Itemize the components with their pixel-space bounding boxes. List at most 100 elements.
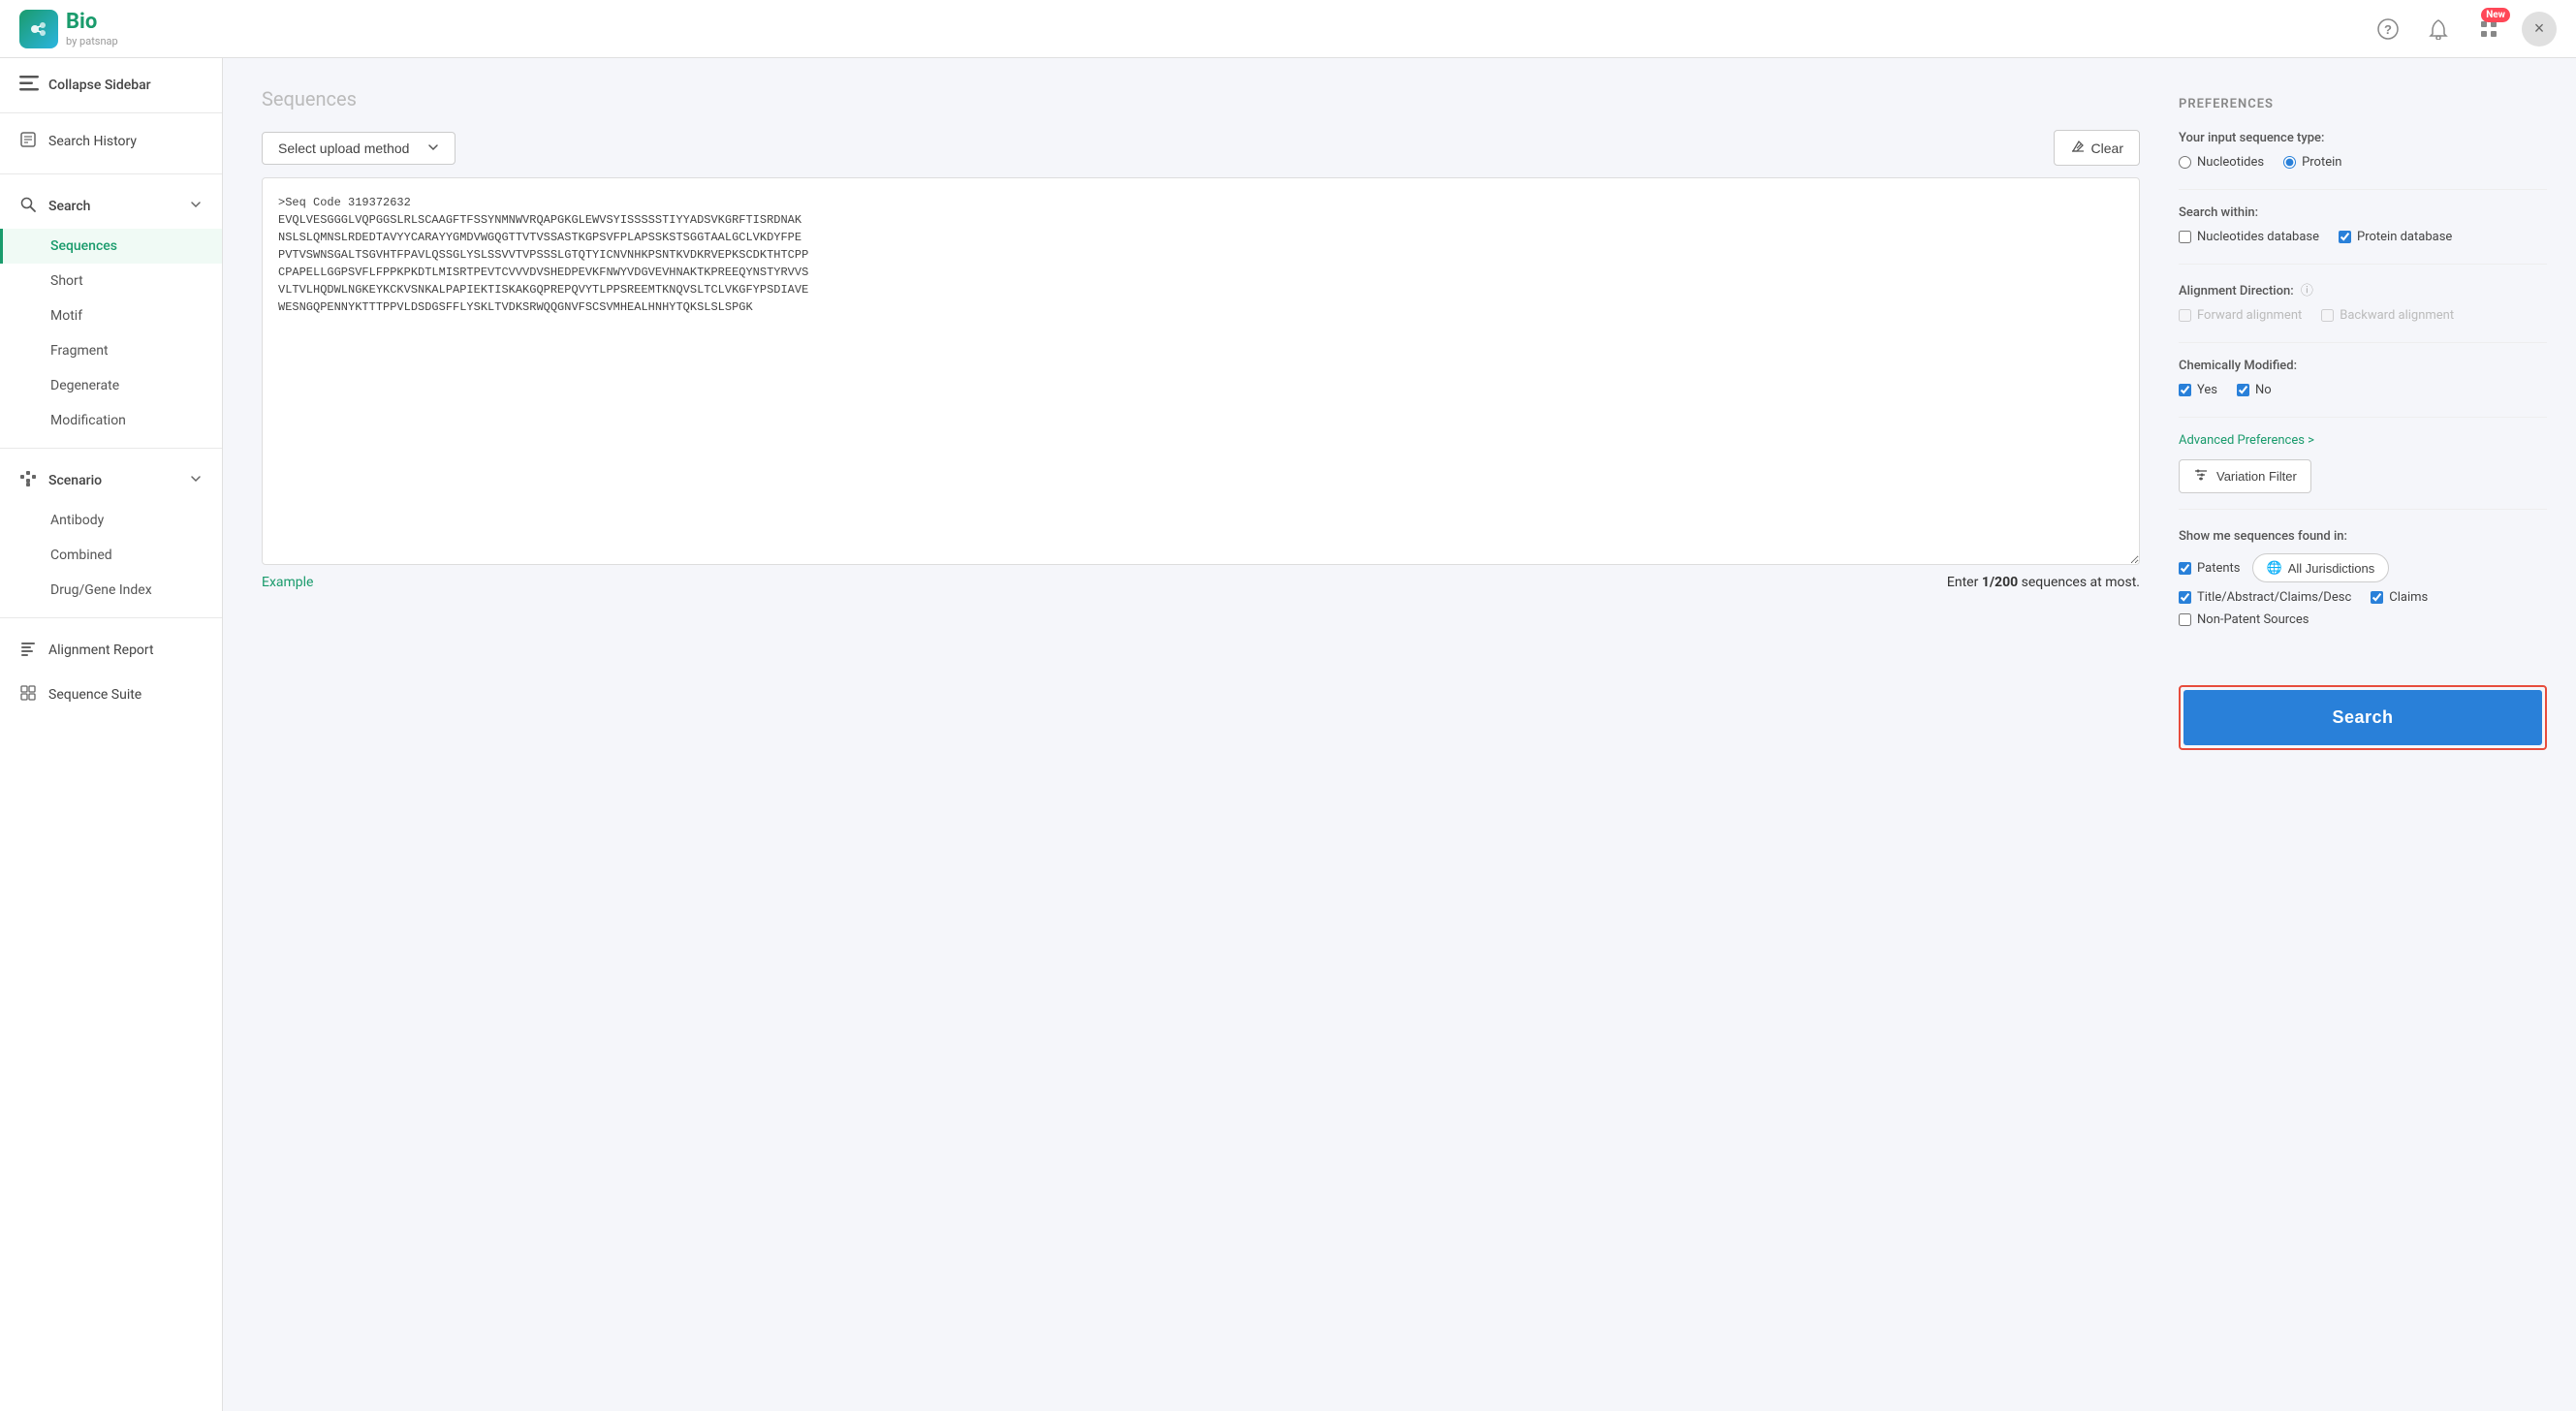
clear-label: Clear [2091, 141, 2123, 156]
alignment-options-row: Forward alignment Backward alignment [2179, 308, 2547, 323]
all-jurisdictions-button[interactable]: 🌐 All Jurisdictions [2252, 553, 2390, 582]
sidebar-item-drug-gene[interactable]: Drug/Gene Index [0, 573, 222, 608]
search-group-label: Search [48, 199, 90, 214]
notification-button[interactable] [2421, 12, 2456, 47]
forward-alignment-item[interactable]: Forward alignment [2179, 308, 2302, 323]
sidebar-item-fragment[interactable]: Fragment [0, 333, 222, 368]
clear-button[interactable]: Clear [2054, 130, 2140, 166]
variation-filter-icon [2193, 468, 2209, 485]
hamburger-icon [19, 76, 39, 95]
sidebar-item-modification[interactable]: Modification [0, 403, 222, 438]
logo: Bio by patsnap [19, 10, 118, 48]
claims-check-item[interactable]: Claims [2371, 590, 2428, 605]
header: Bio by patsnap ? [0, 0, 2576, 58]
upload-method-button[interactable]: Select upload method [262, 132, 456, 165]
search-button[interactable]: Search [2183, 690, 2542, 745]
yes-check-item[interactable]: Yes [2179, 383, 2217, 397]
no-checkbox[interactable] [2237, 384, 2249, 396]
logo-bio-label: Bio [66, 10, 118, 35]
sequences-title: Sequences [262, 87, 2140, 110]
upload-method-label: Select upload method [278, 141, 409, 156]
sidebar-item-sequence-suite[interactable]: Sequence Suite [0, 673, 222, 717]
pref-alignment-section: Alignment Direction: ⓘ Forward alignment… [2179, 280, 2547, 323]
search-section: Search [2179, 685, 2547, 750]
sidebar-section-search: Search Sequences Short Motif Fragment [0, 178, 222, 444]
scenario-icon [19, 470, 37, 491]
protein-radio[interactable] [2283, 156, 2296, 169]
sequence-text-area[interactable]: >Seq Code 319372632 EVQLVESGGGLVQPGGSLRL… [262, 177, 2140, 565]
protein-db-check-item[interactable]: Protein database [2339, 230, 2452, 244]
protein-db-checkbox[interactable] [2339, 231, 2351, 243]
search-button-wrapper: Search [2179, 685, 2547, 750]
content-grid: Sequences Select upload method [262, 87, 2547, 750]
patents-checkbox[interactable] [2179, 562, 2191, 575]
protein-radio-item[interactable]: Protein [2283, 155, 2341, 170]
backward-alignment-item[interactable]: Backward alignment [2321, 308, 2454, 323]
preferences-title: PREFERENCES [2179, 97, 2547, 111]
pref-input-type-label: Your input sequence type: [2179, 131, 2547, 145]
nucleotides-db-check-item[interactable]: Nucleotides database [2179, 230, 2319, 244]
sidebar-item-search-history[interactable]: Search History [0, 119, 222, 164]
sidebar-group-scenario[interactable]: Scenario [0, 458, 222, 503]
search-history-label: Search History [48, 134, 137, 149]
variation-filter-label: Variation Filter [2216, 469, 2297, 484]
pref-search-within-section: Search within: Nucleotides database Prot… [2179, 205, 2547, 244]
claims-label: Claims [2389, 590, 2428, 605]
sidebar-item-sequences[interactable]: Sequences [0, 229, 222, 264]
sidebar: Collapse Sidebar Search History [0, 58, 223, 1411]
patents-check-item[interactable]: Patents [2179, 561, 2241, 576]
alignment-report-label: Alignment Report [48, 643, 154, 658]
collapse-sidebar-button[interactable]: Collapse Sidebar [0, 58, 222, 113]
title-abstract-checkbox[interactable] [2179, 591, 2191, 604]
sidebar-item-alignment-report[interactable]: Alignment Report [0, 628, 222, 673]
close-button[interactable]: × [2522, 12, 2557, 47]
sidebar-item-combined[interactable]: Combined [0, 538, 222, 573]
grid-button-wrap: New [2471, 12, 2506, 47]
help-button[interactable]: ? [2371, 12, 2405, 47]
no-check-item[interactable]: No [2237, 383, 2272, 397]
sequence-suite-label: Sequence Suite [48, 687, 141, 703]
pref-chemically-row: Yes No [2179, 383, 2547, 397]
nucleotides-radio-item[interactable]: Nucleotides [2179, 155, 2264, 170]
yes-checkbox[interactable] [2179, 384, 2191, 396]
sequence-footer: Example Enter 1/200 sequences at most. [262, 565, 2140, 590]
eraser-icon [2070, 139, 2086, 157]
alignment-icon [19, 640, 37, 661]
history-icon [19, 131, 37, 152]
search-chevron-icon [189, 198, 203, 215]
sidebar-item-motif[interactable]: Motif [0, 298, 222, 333]
example-link[interactable]: Example [262, 575, 313, 590]
search-icon [19, 196, 37, 217]
nucleotides-radio[interactable] [2179, 156, 2191, 169]
sidebar-group-search[interactable]: Search [0, 184, 222, 229]
variation-filter-button[interactable]: Variation Filter [2179, 459, 2311, 493]
sidebar-item-degenerate[interactable]: Degenerate [0, 368, 222, 403]
scenario-chevron-icon [189, 472, 203, 489]
seq-counter: Enter 1/200 sequences at most. [1947, 575, 2140, 590]
new-badge: New [2481, 8, 2510, 22]
main-content: Sequences Select upload method [223, 58, 2576, 1411]
logo-text: Bio by patsnap [66, 10, 118, 48]
non-patent-label: Non-Patent Sources [2197, 612, 2309, 627]
forward-alignment-checkbox[interactable] [2179, 309, 2191, 322]
sidebar-item-antibody[interactable]: Antibody [0, 503, 222, 538]
advanced-preferences-link[interactable]: Advanced Preferences > [2179, 433, 2547, 448]
non-patent-check-item[interactable]: Non-Patent Sources [2179, 612, 2547, 627]
yes-label: Yes [2197, 383, 2217, 397]
header-icons: ? New × [2371, 12, 2557, 47]
claims-checkbox[interactable] [2371, 591, 2383, 604]
sidebar-section-history: Search History [0, 113, 222, 170]
sidebar-item-short[interactable]: Short [0, 264, 222, 298]
logo-sub-label: by patsnap [66, 35, 118, 47]
nucleotides-db-checkbox[interactable] [2179, 231, 2191, 243]
sequence-suite-icon [19, 684, 37, 706]
sequences-panel: Sequences Select upload method [262, 87, 2140, 750]
no-label: No [2255, 383, 2272, 397]
backward-alignment-checkbox[interactable] [2321, 309, 2334, 322]
pref-chemically-modified-label: Chemically Modified: [2179, 359, 2547, 373]
all-jurisdictions-label: All Jurisdictions [2288, 561, 2375, 576]
non-patent-checkbox[interactable] [2179, 613, 2191, 626]
globe-icon: 🌐 [2267, 560, 2282, 576]
collapse-sidebar-label: Collapse Sidebar [48, 78, 151, 93]
title-abstract-check-item[interactable]: Title/Abstract/Claims/Desc [2179, 590, 2351, 605]
